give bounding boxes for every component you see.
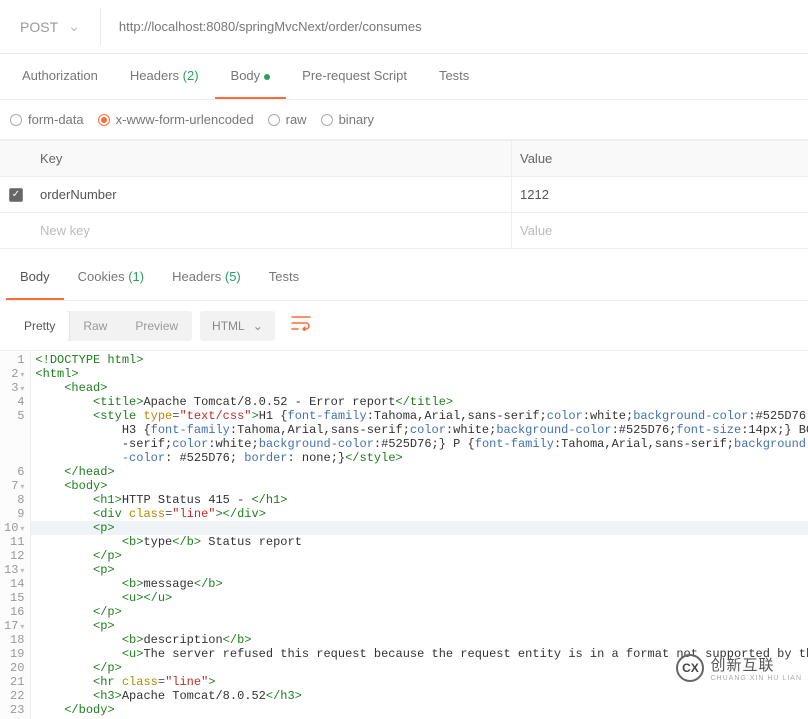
code-line[interactable]: H3 {font-family:Tahoma,Arial,sans-serif;…	[31, 423, 808, 437]
code-line[interactable]: </head>	[31, 465, 808, 479]
param-key[interactable]: orderNumber	[32, 177, 512, 212]
kv-new-row[interactable]: New key Value	[0, 213, 808, 249]
response-tab-tests[interactable]: Tests	[255, 255, 313, 300]
request-tabs: AuthorizationHeaders (2)BodyPre-request …	[0, 54, 808, 100]
code-line[interactable]: <p>	[31, 563, 808, 577]
row-checkbox[interactable]: ✓	[9, 188, 23, 202]
new-key-input[interactable]: New key	[32, 213, 512, 248]
kv-key-header: Key	[32, 141, 512, 176]
code-line[interactable]: <u></u>	[31, 591, 808, 605]
code-line[interactable]: <p>	[31, 521, 808, 535]
body-type-radios: form-data x-www-form-urlencoded raw binary	[0, 100, 808, 140]
table-row[interactable]: ✓ orderNumber1212	[0, 177, 808, 213]
code-line[interactable]: <b>type</b> Status report	[31, 535, 808, 549]
view-mode-bar: PrettyRawPreview HTML ⌄	[0, 301, 808, 350]
wrap-lines-icon[interactable]	[283, 309, 319, 342]
tab-body[interactable]: Body	[215, 54, 287, 99]
chevron-down-icon: ⌄	[253, 319, 263, 333]
watermark-text-pinyin: CHUANG XIN HU LIAN	[710, 675, 802, 682]
url-input[interactable]	[101, 9, 808, 44]
view-mode-pretty[interactable]: Pretty	[10, 311, 69, 341]
http-method-select[interactable]: POST ⌄	[0, 8, 101, 45]
code-line[interactable]: <!DOCTYPE html>	[31, 353, 808, 367]
tab-authorization[interactable]: Authorization	[6, 54, 114, 99]
code-line[interactable]: <div class="line"></div>	[31, 507, 808, 521]
request-bar: POST ⌄	[0, 0, 808, 54]
code-line[interactable]: <title>Apache Tomcat/8.0.52 - Error repo…	[31, 395, 808, 409]
format-dropdown[interactable]: HTML ⌄	[200, 311, 275, 341]
kv-value-header: Value	[512, 141, 808, 176]
code-line[interactable]: <p>	[31, 619, 808, 633]
chevron-down-icon: ⌄	[68, 18, 80, 35]
code-line[interactable]: <h1>HTTP Status 415 - </h1>	[31, 493, 808, 507]
response-tab-body[interactable]: Body	[6, 255, 64, 300]
body-type-raw[interactable]: raw	[268, 112, 307, 127]
http-method-label: POST	[20, 19, 58, 35]
code-line[interactable]: -color: #525D76; border: none;}</style>	[31, 451, 808, 465]
code-line[interactable]: <b>description</b>	[31, 633, 808, 647]
watermark: CX 创新互联 CHUANG XIN HU LIAN	[676, 654, 802, 682]
body-type-binary[interactable]: binary	[321, 112, 374, 127]
body-type-x-www-form-urlencoded[interactable]: x-www-form-urlencoded	[98, 112, 254, 127]
tab-headers[interactable]: Headers (2)	[114, 54, 215, 99]
response-tab-headers[interactable]: Headers (5)	[158, 255, 255, 300]
code-line[interactable]: <html>	[31, 367, 808, 381]
code-line[interactable]: <body>	[31, 479, 808, 493]
view-mode-raw[interactable]: Raw	[69, 311, 121, 341]
tab-pre-request-script[interactable]: Pre-request Script	[286, 54, 423, 99]
form-params-table: Key Value ✓ orderNumber1212 New key Value	[0, 140, 808, 249]
body-type-form-data[interactable]: form-data	[10, 112, 84, 127]
code-line[interactable]: </p>	[31, 549, 808, 563]
code-line[interactable]: </p>	[31, 605, 808, 619]
format-label: HTML	[212, 319, 245, 333]
response-tab-cookies[interactable]: Cookies (1)	[64, 255, 158, 300]
new-value-input[interactable]: Value	[512, 213, 808, 248]
code-line[interactable]: <head>	[31, 381, 808, 395]
view-mode-preview[interactable]: Preview	[121, 311, 192, 341]
code-line[interactable]: <h3>Apache Tomcat/8.0.52</h3>	[31, 689, 808, 703]
kv-header-row: Key Value	[0, 140, 808, 177]
response-tabs: BodyCookies (1)Headers (5)Tests	[0, 255, 808, 301]
tab-tests[interactable]: Tests	[423, 54, 485, 99]
code-line[interactable]: <b>message</b>	[31, 577, 808, 591]
param-value[interactable]: 1212	[512, 177, 808, 212]
code-line[interactable]: -serif;color:white;background-color:#525…	[31, 437, 808, 451]
code-line[interactable]: </body>	[31, 703, 808, 717]
watermark-text-cn: 创新互联	[710, 654, 802, 675]
code-line[interactable]: <style type="text/css">H1 {font-family:T…	[31, 409, 808, 423]
view-mode-group: PrettyRawPreview	[10, 311, 192, 341]
watermark-logo-icon: CX	[676, 654, 704, 682]
